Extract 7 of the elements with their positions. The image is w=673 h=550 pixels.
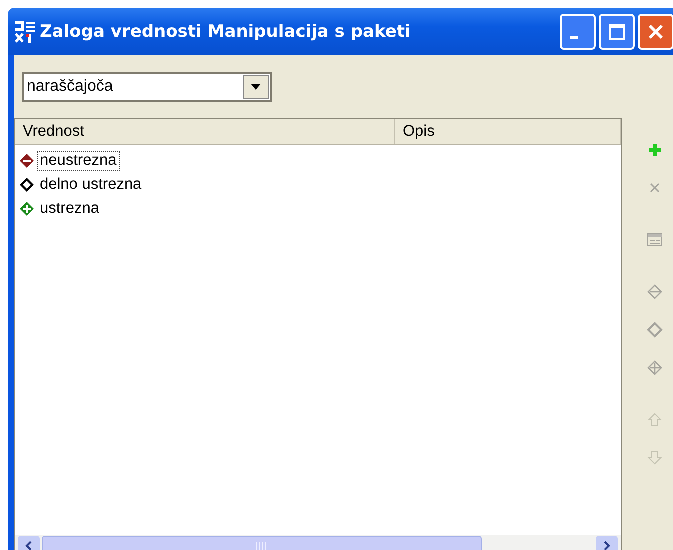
column-header[interactable]: Vrednost — [15, 119, 395, 144]
sort-dropdown[interactable]: naraščajoča — [22, 72, 272, 102]
window-title: Zaloga vrednosti Manipulacija s paketi — [40, 22, 412, 42]
list-item[interactable]: neustrezna — [37, 151, 120, 171]
list-item[interactable]: ustrezna — [37, 199, 102, 219]
column-header[interactable]: Opis — [395, 119, 621, 144]
list-item[interactable]: delno ustrezna — [37, 175, 145, 195]
